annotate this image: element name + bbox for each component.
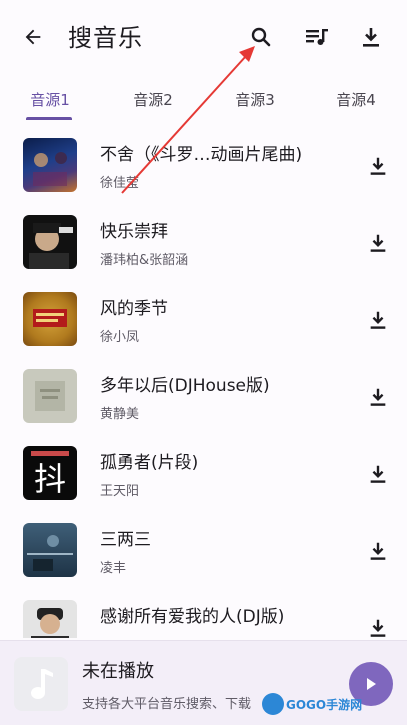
watermark-logo-icon: [262, 693, 284, 715]
download-icon: [370, 465, 386, 483]
song-title: 风的季节: [100, 299, 168, 319]
song-row[interactable]: 感谢所有爱我的人(DJ版): [0, 588, 407, 638]
tab-source-2[interactable]: 音源2: [113, 84, 193, 118]
download-icon: [370, 311, 386, 329]
song-row[interactable]: 三两三 凌丰: [0, 511, 407, 588]
tab-source-3[interactable]: 音源3: [215, 84, 295, 118]
watermark: GOGO手游网: [262, 690, 362, 718]
download-icon: [370, 619, 386, 637]
song-download-button[interactable]: [364, 383, 392, 411]
download-icon: [370, 234, 386, 252]
tab-source-1[interactable]: 音源1: [10, 84, 90, 118]
search-button[interactable]: [246, 22, 276, 52]
song-title: 三两三: [100, 530, 151, 550]
album-cover: [23, 292, 77, 346]
page-title: 搜音乐: [68, 24, 143, 52]
song-row[interactable]: 抖 孤勇者(片段) 王天阳: [0, 434, 407, 511]
queue-music-icon: [306, 29, 328, 45]
song-download-button[interactable]: [364, 229, 392, 257]
album-cover: [23, 600, 77, 638]
song-artist: 黄静美: [100, 407, 140, 422]
downloads-button[interactable]: [356, 22, 386, 52]
song-title: 多年以后(DJHouse版): [100, 376, 270, 396]
back-button[interactable]: [18, 22, 48, 52]
song-download-button[interactable]: [364, 460, 392, 488]
tab-indicator: [26, 117, 72, 120]
song-download-button[interactable]: [364, 614, 392, 638]
song-download-button[interactable]: [364, 537, 392, 565]
album-cover: [23, 369, 77, 423]
album-cover: [23, 523, 77, 577]
music-note-icon: [31, 669, 53, 699]
album-cover: 抖: [23, 446, 77, 500]
song-artist: 徐小凤: [100, 330, 140, 345]
song-download-button[interactable]: [364, 152, 392, 180]
svg-text:抖: 抖: [34, 460, 66, 498]
song-row[interactable]: 风的季节 徐小凤: [0, 280, 407, 357]
song-row[interactable]: 不舍（《斗罗…动画片尾曲) 徐佳莹: [0, 126, 407, 203]
song-list[interactable]: 不舍（《斗罗…动画片尾曲) 徐佳莹 快乐崇拜 潘玮柏&张韶涵 风的季节 徐小凤 …: [0, 126, 407, 638]
download-icon: [370, 157, 386, 175]
song-artist: 王天阳: [100, 484, 140, 499]
song-artist: 潘玮柏&张韶涵: [100, 253, 189, 268]
now-playing-subtitle: 支持各大平台音乐搜索、下载: [82, 697, 252, 712]
song-row[interactable]: 多年以后(DJHouse版) 黄静美: [0, 357, 407, 434]
song-artist: 凌丰: [100, 561, 127, 576]
download-icon: [363, 28, 379, 47]
album-cover: [23, 138, 77, 192]
source-tabs: 音源1 音源2 音源3 音源4: [0, 84, 407, 120]
player-artwork: [14, 657, 68, 711]
song-title: 孤勇者(片段): [100, 453, 199, 473]
back-arrow-icon: [25, 29, 41, 45]
song-title: 快乐崇拜: [100, 222, 168, 242]
tab-source-4[interactable]: 音源4: [316, 84, 396, 118]
song-row[interactable]: 快乐崇拜 潘玮柏&张韶涵: [0, 203, 407, 280]
play-icon: [367, 678, 376, 690]
watermark-text: GOGO手游网: [286, 697, 363, 712]
album-cover: [23, 215, 77, 269]
playlist-button[interactable]: [302, 22, 332, 52]
song-title: 不舍（《斗罗…动画片尾曲): [100, 145, 303, 165]
song-title: 感谢所有爱我的人(DJ版): [100, 607, 285, 627]
search-icon: [251, 27, 271, 47]
app-bar: 搜音乐: [0, 0, 407, 76]
now-playing-title: 未在播放: [82, 661, 154, 682]
song-artist: 徐佳莹: [100, 176, 140, 191]
song-download-button[interactable]: [364, 306, 392, 334]
download-icon: [370, 388, 386, 406]
download-icon: [370, 542, 386, 560]
